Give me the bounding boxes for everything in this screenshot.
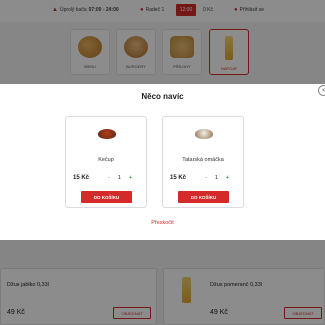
add-to-cart-button[interactable]: DO KOŠÍKU — [178, 191, 229, 203]
product-card-ketchup: Kečup 15 Kč - 1 + DO KOŠÍKU — [65, 116, 147, 208]
skip-link[interactable]: Přeskočit — [0, 220, 325, 226]
ketchup-image — [98, 129, 116, 139]
product-listing: Džus jablko 0,33l 49 Kč OBJEDNAT Džus po… — [0, 240, 325, 325]
add-to-cart-label: DO KOŠÍKU — [190, 194, 217, 200]
overlay-backdrop[interactable] — [0, 0, 325, 84]
product-name: Džus jablko 0,33l — [7, 282, 49, 288]
product-price: 49 Kč — [7, 309, 25, 316]
juice-bottle-image — [182, 277, 191, 303]
tartar-sauce-image — [195, 129, 213, 139]
close-button[interactable]: × — [318, 85, 325, 96]
extras-modal: Něco navíc × Kečup 15 Kč - 1 + DO KOŠÍKU… — [0, 84, 325, 240]
order-label: OBJEDNAT — [121, 310, 143, 316]
product-price: 15 Kč — [170, 175, 187, 181]
product-price: 15 Kč — [73, 175, 90, 181]
order-button[interactable]: OBJEDNAT — [113, 307, 151, 319]
order-button[interactable]: OBJEDNAT — [284, 307, 322, 319]
product-name: Tatarská omáčka — [182, 157, 224, 163]
quantity-stepper: - 1 + — [108, 175, 132, 181]
product-name: Džus pomeranč 0,33l — [210, 282, 262, 288]
add-to-cart-button[interactable]: DO KOŠÍKU — [81, 191, 132, 203]
product-price: 49 Kč — [210, 309, 228, 316]
plus-button[interactable]: + — [226, 175, 229, 181]
quantity-value: 1 — [117, 175, 121, 181]
modal-title: Něco navíc — [141, 92, 184, 101]
minus-button[interactable]: - — [108, 175, 110, 181]
product-card-tartar: Tatarská omáčka 15 Kč - 1 + DO KOŠÍKU — [162, 116, 244, 208]
quantity-value: 1 — [214, 175, 218, 181]
product-name: Kečup — [98, 157, 114, 163]
product-card-apple-juice: Džus jablko 0,33l 49 Kč OBJEDNAT — [0, 268, 157, 325]
plus-button[interactable]: + — [129, 175, 132, 181]
product-card-orange-juice: Džus pomeranč 0,33l 49 Kč OBJEDNAT — [163, 268, 325, 325]
order-label: OBJEDNAT — [292, 310, 314, 316]
add-to-cart-label: DO KOŠÍKU — [93, 194, 120, 200]
quantity-stepper: - 1 + — [205, 175, 229, 181]
minus-button[interactable]: - — [205, 175, 207, 181]
